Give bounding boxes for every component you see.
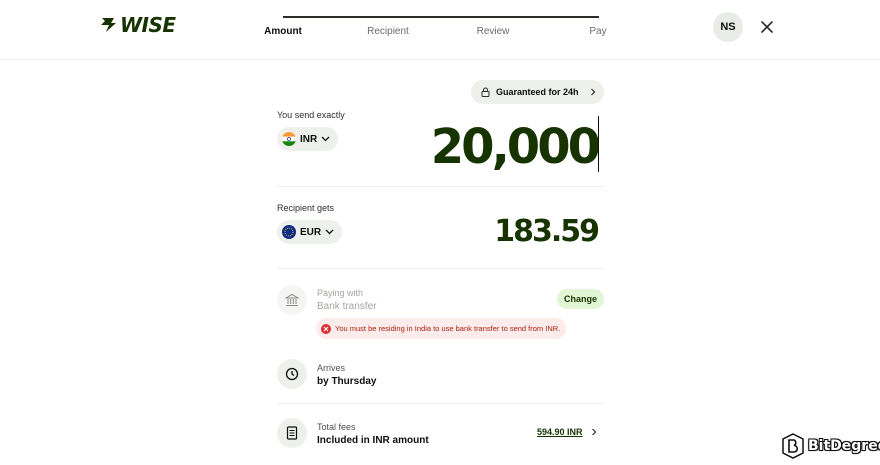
wise-logo-icon bbox=[101, 18, 116, 32]
clock-icon-circle bbox=[277, 359, 307, 389]
fees-value: Included in INR amount bbox=[317, 435, 429, 446]
send-currency-selector[interactable]: INR bbox=[277, 127, 339, 151]
fee-amount: 594.90 INR bbox=[537, 427, 583, 437]
guarantee-label: Guaranteed for 24h bbox=[496, 87, 579, 97]
receive-currency-code: EUR bbox=[300, 226, 322, 238]
wise-logo[interactable]: WISE bbox=[100, 13, 176, 37]
divider bbox=[277, 403, 604, 404]
wise-logo-text: WISE bbox=[120, 13, 176, 37]
bitdegree-logo-icon bbox=[782, 433, 804, 459]
chevron-right-icon bbox=[591, 88, 596, 96]
change-payment-button[interactable]: Change bbox=[557, 289, 604, 309]
rate-guarantee-pill[interactable]: Guaranteed for 24h bbox=[471, 80, 604, 104]
chevron-right-icon bbox=[591, 428, 596, 436]
fees-title: Total fees bbox=[317, 422, 356, 432]
receive-amount-input[interactable]: 183.59 bbox=[494, 212, 600, 252]
watermark-text: BitDegree bbox=[808, 438, 880, 454]
error-text: You must be residing in India to use ban… bbox=[335, 324, 561, 333]
receipt-icon bbox=[286, 426, 298, 440]
divider bbox=[277, 268, 604, 269]
arrives-title: Arrives bbox=[317, 363, 346, 373]
payment-error-message: You must be residing in India to use ban… bbox=[316, 318, 567, 339]
bank-icon bbox=[285, 293, 299, 306]
close-icon bbox=[761, 21, 773, 33]
paying-with-title: Paying with bbox=[317, 288, 364, 298]
chevron-down-icon bbox=[325, 229, 334, 235]
user-avatar[interactable]: NS bbox=[713, 12, 743, 42]
bitdegree-watermark: BitDegree bbox=[782, 433, 880, 459]
text-caret bbox=[598, 116, 599, 172]
lock-icon bbox=[481, 87, 490, 97]
bank-icon-circle bbox=[277, 285, 307, 315]
step-review[interactable]: Review bbox=[477, 26, 510, 37]
chevron-down-icon bbox=[321, 136, 330, 142]
close-button[interactable] bbox=[757, 17, 777, 37]
receipt-icon-circle bbox=[277, 418, 307, 448]
eu-flag-icon bbox=[282, 225, 296, 239]
step-amount[interactable]: Amount bbox=[264, 26, 302, 37]
payment-method: Bank transfer bbox=[317, 301, 377, 312]
send-amount-input[interactable]: 20,000 bbox=[431, 115, 601, 179]
send-label: You send exactly bbox=[277, 110, 345, 120]
step-pay[interactable]: Pay bbox=[589, 26, 606, 37]
error-icon bbox=[321, 323, 331, 334]
clock-icon bbox=[285, 367, 299, 381]
receive-label: Recipient gets bbox=[277, 203, 335, 213]
step-recipient[interactable]: Recipient bbox=[367, 26, 409, 37]
divider bbox=[277, 186, 604, 187]
progress-stepper bbox=[283, 16, 599, 18]
send-currency-code: INR bbox=[300, 133, 318, 145]
arrives-value: by Thursday bbox=[317, 376, 377, 387]
india-flag-icon bbox=[282, 132, 296, 146]
fee-breakdown-link[interactable]: 594.90 INR bbox=[537, 427, 597, 437]
receive-currency-selector[interactable]: EUR bbox=[277, 220, 343, 244]
top-bar: WISE Amount Recipient Review Pay NS bbox=[0, 0, 880, 60]
